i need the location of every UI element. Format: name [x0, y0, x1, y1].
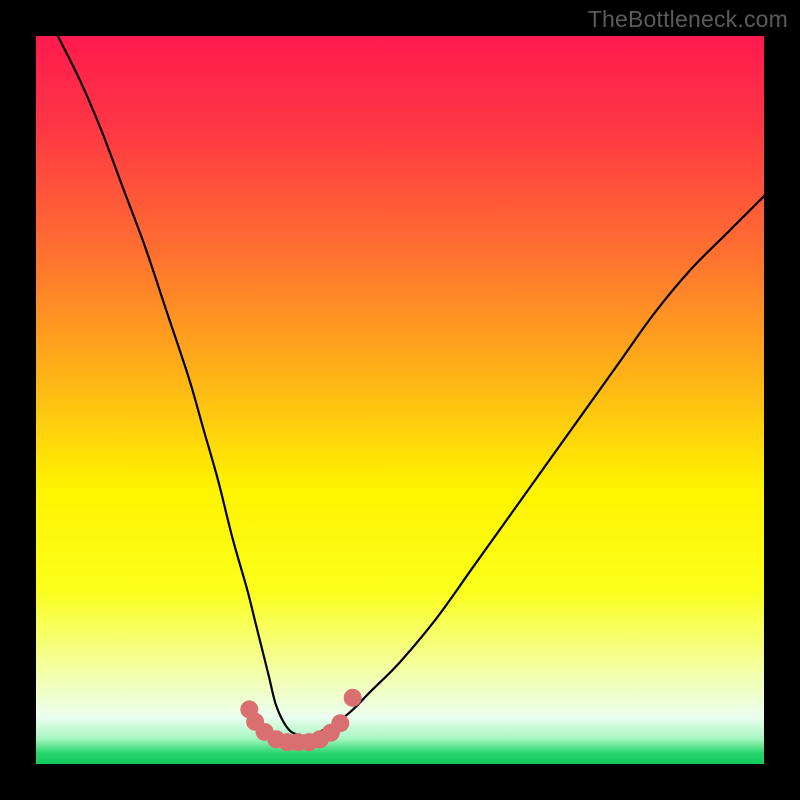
gradient-background — [36, 36, 764, 764]
marker-dot — [331, 714, 349, 732]
chart-svg — [36, 36, 764, 764]
marker-dot — [344, 689, 362, 707]
watermark-text: TheBottleneck.com — [588, 6, 788, 33]
chart-frame: TheBottleneck.com — [0, 0, 800, 800]
plot-area — [36, 36, 764, 764]
